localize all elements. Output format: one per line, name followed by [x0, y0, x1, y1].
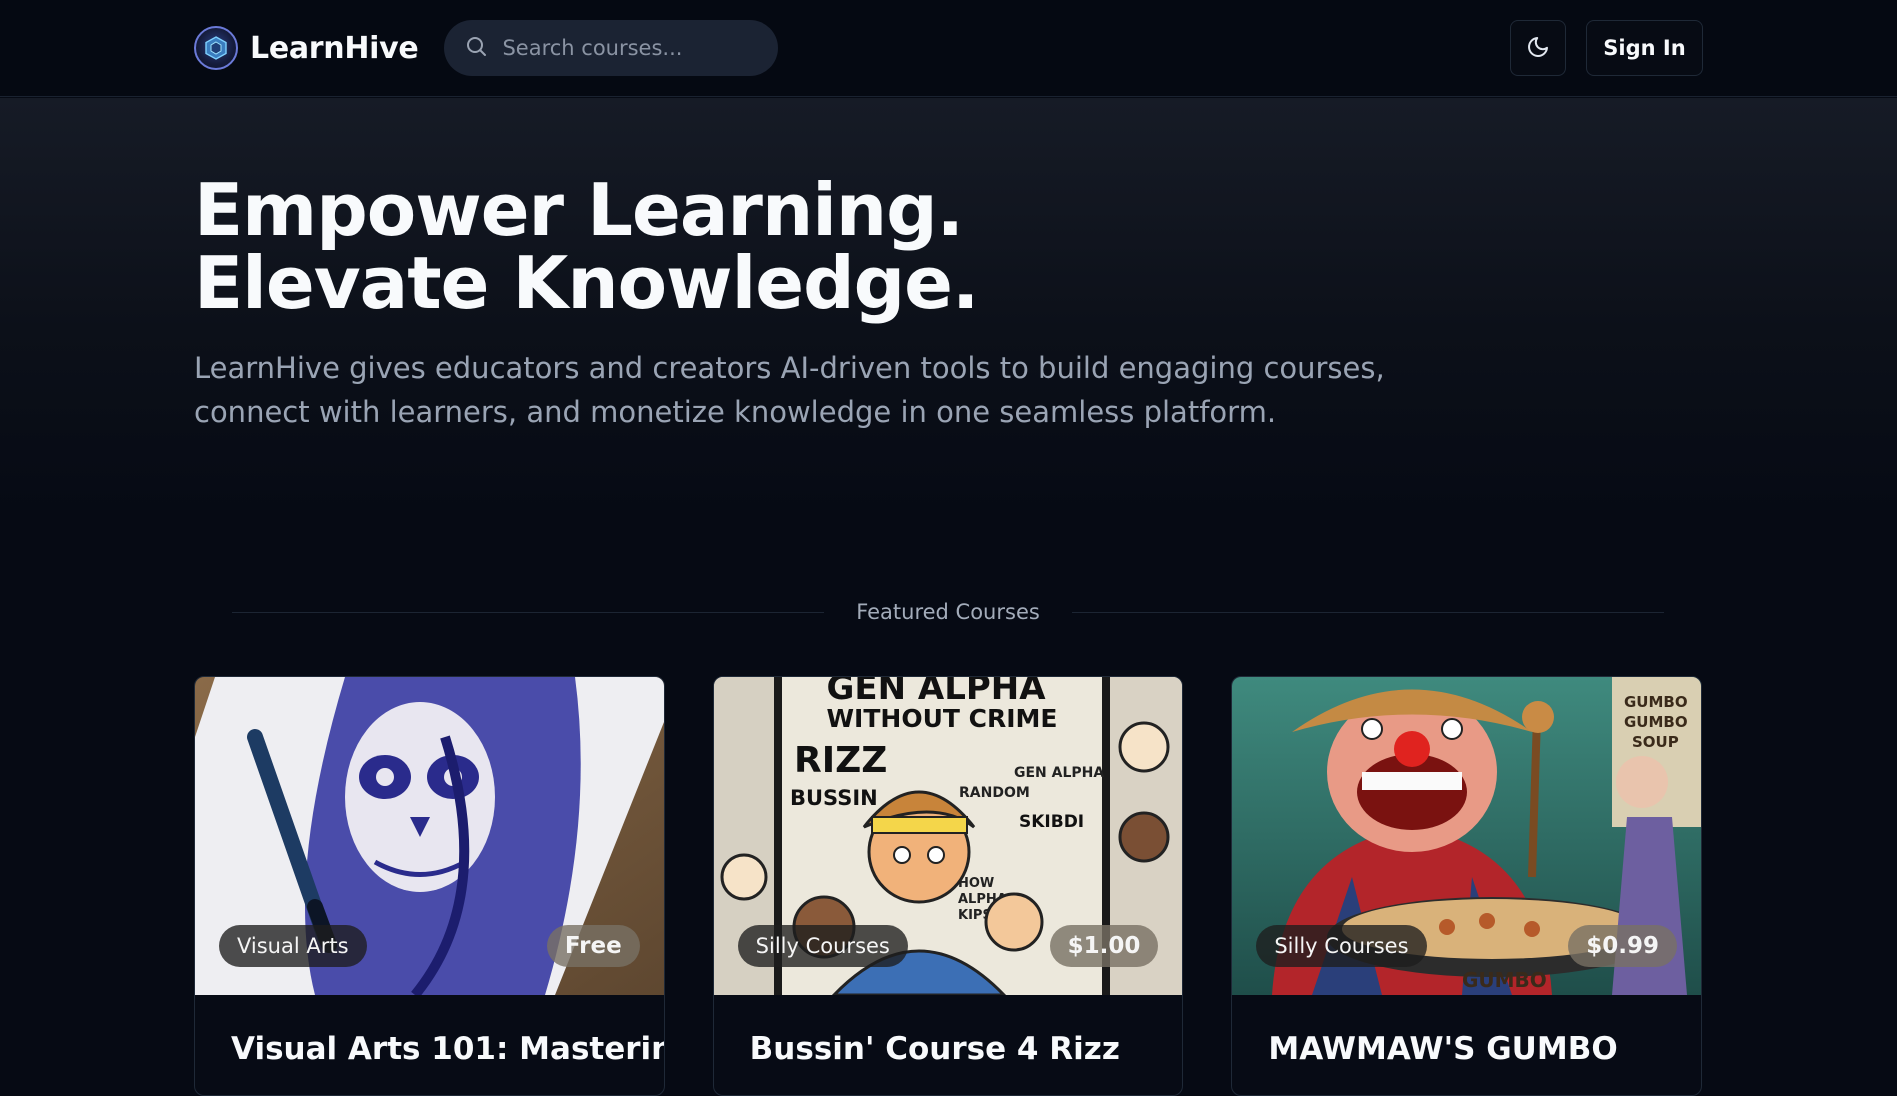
search-icon: [464, 34, 488, 62]
navbar-inner: LearnHive Sign In: [194, 20, 1703, 76]
hero-title-line-2: Elevate Knowledge.: [194, 241, 979, 325]
logo-hexagon-icon: [194, 26, 238, 70]
top-navbar: LearnHive Sign In: [0, 0, 1897, 97]
course-price-badge: $1.00: [1049, 925, 1159, 967]
comic-text-without-crime: WITHOUT CRIME: [826, 704, 1057, 733]
hero-subtitle: LearnHive gives educators and creators A…: [194, 351, 1385, 429]
course-price-badge: $0.99: [1568, 925, 1678, 967]
course-title[interactable]: Visual Arts 101: Mastering: [231, 1031, 664, 1067]
theme-toggle-button[interactable]: [1510, 20, 1566, 76]
course-thumbnail: GEN ALPHA WITHOUT CRIME RIZZ BUSSIN SKIB…: [713, 677, 1183, 995]
featured-courses-divider: Featured Courses: [232, 596, 1664, 628]
hero-title: Empower Learning. Elevate Knowledge.: [194, 168, 979, 325]
comic-text-gen-alpha-small: GEN ALPHA: [1014, 765, 1104, 781]
comic-text-skibdi: SKIBDI: [1019, 812, 1084, 832]
sign-in-button[interactable]: Sign In: [1586, 20, 1703, 76]
course-category-badge: Silly Courses: [737, 925, 908, 967]
divider-line-left: [232, 611, 825, 613]
sign-text-gumbo: GUMBO: [1624, 693, 1688, 711]
comic-text-how: HOW: [958, 876, 994, 891]
course-price-badge: Free: [546, 925, 640, 967]
comic-text-bussin: BUSSIN: [790, 786, 878, 810]
course-card-visual-arts[interactable]: Visual Arts Free Visual Arts 101: Master…: [194, 676, 665, 1096]
pot-text-gumbo: GUMBO: [1462, 968, 1547, 992]
course-category-badge: Visual Arts: [219, 925, 367, 967]
brand[interactable]: LearnHive: [194, 26, 419, 70]
sign-text-soup: SOUP: [1632, 733, 1679, 751]
comic-text-rizz: RIZZ: [794, 740, 887, 781]
comic-text-random: RANDOM: [959, 785, 1030, 801]
course-card-list: Visual Arts Free Visual Arts 101: Master…: [194, 676, 1703, 1096]
course-card-bussin[interactable]: GEN ALPHA WITHOUT CRIME RIZZ BUSSIN SKIB…: [712, 676, 1184, 1096]
nav-actions: Sign In: [1510, 20, 1703, 76]
course-title[interactable]: Bussin' Course 4 Rizz: [750, 1031, 1120, 1067]
search-input[interactable]: [502, 36, 733, 60]
sign-text-gumbo-2: GUMBO: [1624, 713, 1688, 731]
moon-icon: [1526, 35, 1550, 62]
divider-line-right: [1071, 611, 1664, 613]
course-thumbnail: GUMBO GUMBO SOUP GUMBO Silly Courses $0.…: [1232, 677, 1702, 995]
course-category-badge: Silly Courses: [1256, 925, 1427, 967]
hero-section: Empower Learning. Elevate Knowledge. Lea…: [0, 98, 1897, 518]
course-card-gumbo[interactable]: GUMBO GUMBO SOUP GUMBO Silly Courses $0.…: [1231, 676, 1703, 1096]
hero-title-line-1: Empower Learning.: [194, 168, 964, 252]
brand-name: LearnHive: [250, 30, 419, 66]
course-title[interactable]: MAWMAW'S GUMBO: [1268, 1031, 1617, 1067]
search-bar[interactable]: [444, 20, 779, 76]
featured-courses-heading: Featured Courses: [856, 600, 1040, 624]
course-thumbnail: Visual Arts Free: [195, 677, 664, 995]
